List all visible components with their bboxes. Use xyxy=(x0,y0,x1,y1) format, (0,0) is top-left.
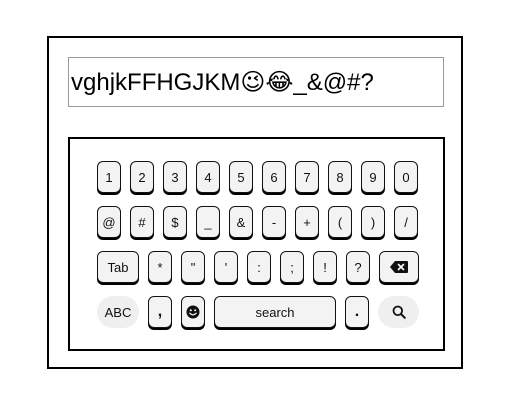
key-single-quote[interactable]: ' xyxy=(214,251,238,283)
key-search[interactable]: search xyxy=(214,296,336,328)
key-period[interactable]: . xyxy=(345,296,369,328)
backspace-icon xyxy=(390,261,408,273)
key-0[interactable]: 0 xyxy=(394,161,418,193)
key-1[interactable]: 1 xyxy=(97,161,121,193)
key-at[interactable]: @ xyxy=(97,206,121,238)
key-open-paren[interactable]: ( xyxy=(328,206,352,238)
key-dollar[interactable]: $ xyxy=(163,206,187,238)
emoji-icon xyxy=(186,305,200,319)
key-2[interactable]: 2 xyxy=(130,161,154,193)
key-emoji[interactable] xyxy=(181,296,205,328)
key-4[interactable]: 4 xyxy=(196,161,220,193)
key-abc[interactable]: ABC xyxy=(97,296,139,328)
text-input-value: vghjkFFHGJKM😉😂_&@#? xyxy=(71,68,374,96)
key-hash[interactable]: # xyxy=(130,206,154,238)
key-colon[interactable]: : xyxy=(247,251,271,283)
key-plus[interactable]: + xyxy=(295,206,319,238)
key-double-quote[interactable]: " xyxy=(181,251,205,283)
key-asterisk[interactable]: * xyxy=(148,251,172,283)
key-tab[interactable]: Tab xyxy=(97,251,139,283)
key-minus[interactable]: - xyxy=(262,206,286,238)
key-question[interactable]: ? xyxy=(346,251,370,283)
text-input-field[interactable]: vghjkFFHGJKM😉😂_&@#? xyxy=(68,57,444,107)
key-close-paren[interactable]: ) xyxy=(361,206,385,238)
key-9[interactable]: 9 xyxy=(361,161,385,193)
key-exclamation[interactable]: ! xyxy=(313,251,337,283)
key-backspace[interactable] xyxy=(379,251,419,283)
key-5[interactable]: 5 xyxy=(229,161,253,193)
key-3[interactable]: 3 xyxy=(163,161,187,193)
key-7[interactable]: 7 xyxy=(295,161,319,193)
key-6[interactable]: 6 xyxy=(262,161,286,193)
key-search-submit[interactable] xyxy=(378,296,419,328)
key-underscore[interactable]: _ xyxy=(196,206,220,238)
key-ampersand[interactable]: & xyxy=(229,206,253,238)
on-screen-keyboard: 1 2 3 4 5 6 7 8 9 0 @ # $ _ & - + ( ) / … xyxy=(68,137,445,351)
key-semicolon[interactable]: ; xyxy=(280,251,304,283)
key-slash[interactable]: / xyxy=(394,206,418,238)
search-icon xyxy=(392,305,406,319)
key-comma[interactable]: , xyxy=(148,296,172,328)
key-8[interactable]: 8 xyxy=(328,161,352,193)
